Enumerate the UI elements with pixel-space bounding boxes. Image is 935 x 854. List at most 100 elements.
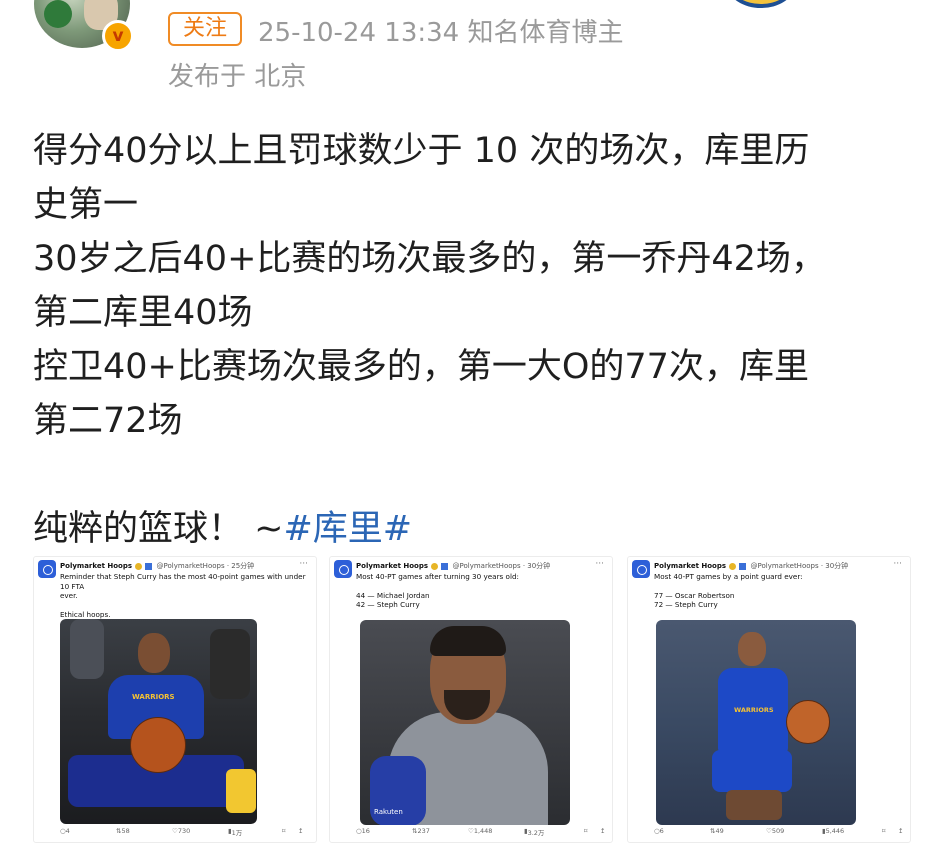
more-dots-icon: ··· — [299, 559, 308, 569]
tweet-handle-time: @PolymarketHoops · 25分钟 — [156, 562, 255, 570]
more-dots-icon: ··· — [595, 559, 604, 569]
views-count: 1万 — [231, 829, 243, 837]
gold-check-icon — [431, 562, 439, 570]
reply-action: ○ 16 — [356, 827, 370, 835]
basketball-image — [786, 700, 830, 744]
post-timestamp-author: 25-10-24 13:34 知名体育博主 — [258, 18, 624, 48]
photo-detail — [70, 619, 104, 679]
post-closing-line: 纯粹的篮球！ ~#库里# — [33, 502, 903, 556]
tweet-author-name: Polymarket Hoops — [60, 562, 133, 570]
tweet-body: Most 40-PT games by a point guard ever: … — [654, 572, 906, 610]
tweet-text-line: Reminder that Steph Curry has the most 4… — [60, 572, 306, 591]
basketball-image — [130, 717, 186, 773]
tweet-actions: ○ 16 ⇅ 237 ♡ 1,448 ▮ 3.2万 ⌑ ↥ — [356, 827, 608, 839]
post-line: 30岁之后40+比赛的场次最多的，第一乔丹42场， — [33, 239, 826, 279]
polymarket-logo-icon — [38, 560, 56, 578]
photo-detail — [430, 626, 506, 656]
tweet-author-name: Polymarket Hoops — [654, 562, 727, 570]
photo-detail — [712, 750, 792, 792]
tweet-header: Polymarket Hoops @PolymarketHoops · 30分钟 — [356, 561, 550, 571]
share-icon: ↥ — [600, 827, 606, 835]
reply-count: 16 — [361, 827, 370, 835]
gold-check-icon — [135, 562, 143, 570]
tweet-list-item: 42 — Steph Curry — [356, 600, 420, 609]
image-card-2[interactable]: Polymarket Hoops @PolymarketHoops · 30分钟… — [329, 556, 613, 843]
post-line: 第二库里40场 — [33, 293, 253, 333]
like-count: 509 — [771, 827, 785, 835]
tweet-text-line: Most 40-PT games after turning 30 years … — [356, 572, 519, 581]
like-action: ♡ 730 — [172, 827, 191, 835]
bookmark-icon: ⌑ — [584, 827, 588, 835]
sleeve-text: Rakuten — [374, 808, 403, 816]
like-count: 1,448 — [473, 827, 493, 835]
reply-count: 4 — [65, 827, 70, 835]
retweet-action: ⇅ 237 — [412, 827, 430, 835]
views-count: 5,446 — [825, 827, 845, 835]
post-header: v 关注 25-10-24 13:34 知名体育博主 发布于 北京 — [0, 0, 935, 100]
reply-action: ○ 6 — [654, 827, 664, 835]
tweet-actions: ○ 4 ⇅ 58 ♡ 730 ▮ 1万 ⌑ ↥ — [60, 827, 312, 839]
photo-detail — [226, 769, 256, 813]
retweet-count: 237 — [417, 827, 430, 835]
tweet-body: Reminder that Steph Curry has the most 4… — [60, 572, 312, 619]
tweet-actions: ○ 6 ⇅ 49 ♡ 509 ▮ 5,446 ⌑ ↥ — [654, 827, 906, 839]
verified-badge-icon: v — [102, 20, 134, 52]
post-line: 第二72场 — [33, 401, 183, 441]
tweet-gap — [356, 582, 608, 591]
polymarket-logo-icon — [632, 560, 650, 578]
share-icon: ↥ — [298, 827, 304, 835]
hashtag-link[interactable]: #库里# — [283, 509, 412, 549]
reply-count: 6 — [659, 827, 664, 835]
gold-check-icon — [729, 562, 737, 570]
tweet-text-line: Ethical hoops. — [60, 609, 111, 619]
affiliate-badge-icon — [145, 562, 153, 570]
tweet-text-line: ever. — [60, 591, 78, 600]
polymarket-logo-icon — [334, 560, 352, 578]
tweet-header: Polymarket Hoops @PolymarketHoops · 30分钟 — [654, 561, 848, 571]
post-line: 控卫40+比赛场次最多的，第一大O的77次，库里 — [33, 347, 809, 387]
views-action: ▮ 3.2万 — [524, 827, 545, 837]
image-card-3[interactable]: Polymarket Hoops @PolymarketHoops · 30分钟… — [627, 556, 911, 843]
follow-button[interactable]: 关注 — [168, 12, 242, 46]
tweet-photo: WARRIORS — [60, 619, 257, 824]
tweet-text-line: Most 40-PT games by a point guard ever: — [654, 572, 803, 581]
retweet-count: 49 — [715, 827, 724, 835]
tweet-list-item: 77 — Oscar Robertson — [654, 590, 735, 600]
post-line: 史第一 — [33, 185, 139, 225]
bookmark-icon: ⌑ — [282, 827, 286, 835]
image-card-1[interactable]: Polymarket Hoops @PolymarketHoops · 25分钟… — [33, 556, 317, 843]
reply-action: ○ 4 — [60, 827, 70, 835]
closing-text: 纯粹的篮球！ ~ — [33, 509, 284, 549]
tweet-list-item: 44 — Michael Jordan — [356, 590, 430, 600]
tweet-handle-time: @PolymarketHoops · 30分钟 — [750, 562, 849, 570]
tweet-gap — [654, 582, 906, 591]
like-action: ♡ 509 — [766, 827, 785, 835]
views-count: 3.2万 — [527, 829, 545, 837]
tweet-body: Most 40-PT games after turning 30 years … — [356, 572, 608, 610]
affiliate-badge-icon — [441, 562, 449, 570]
tweet-photo: WARRIORS — [656, 620, 856, 825]
tweet-handle-time: @PolymarketHoops · 30分钟 — [452, 562, 551, 570]
photo-detail — [726, 790, 782, 820]
tweet-list-item: 72 — Steph Curry — [654, 600, 718, 609]
jersey-text: WARRIORS — [132, 693, 175, 701]
tweet-header: Polymarket Hoops @PolymarketHoops · 25分钟 — [60, 561, 254, 571]
post-content: 得分40分以上且罚球数少于 10 次的场次，库里历 史第一 30岁之后40+比赛… — [33, 124, 903, 556]
photo-detail — [738, 632, 766, 666]
like-action: ♡ 1,448 — [468, 827, 493, 835]
post-line: 得分40分以上且罚球数少于 10 次的场次，库里历 — [33, 131, 810, 171]
retweet-action: ⇅ 58 — [116, 827, 130, 835]
jersey-text: WARRIORS — [734, 706, 774, 714]
photo-detail — [138, 633, 170, 673]
tweet-author-name: Polymarket Hoops — [356, 562, 429, 570]
tweet-gap — [60, 601, 312, 610]
photo-detail — [210, 629, 250, 699]
post-location: 发布于 北京 — [168, 62, 307, 92]
views-action: ▮ 5,446 — [822, 827, 845, 835]
avatar-detail — [44, 0, 72, 28]
tweet-photo: Rakuten — [360, 620, 570, 825]
like-count: 730 — [177, 827, 191, 835]
corner-decoration-badge — [728, 0, 794, 8]
views-action: ▮ 1万 — [228, 827, 243, 837]
